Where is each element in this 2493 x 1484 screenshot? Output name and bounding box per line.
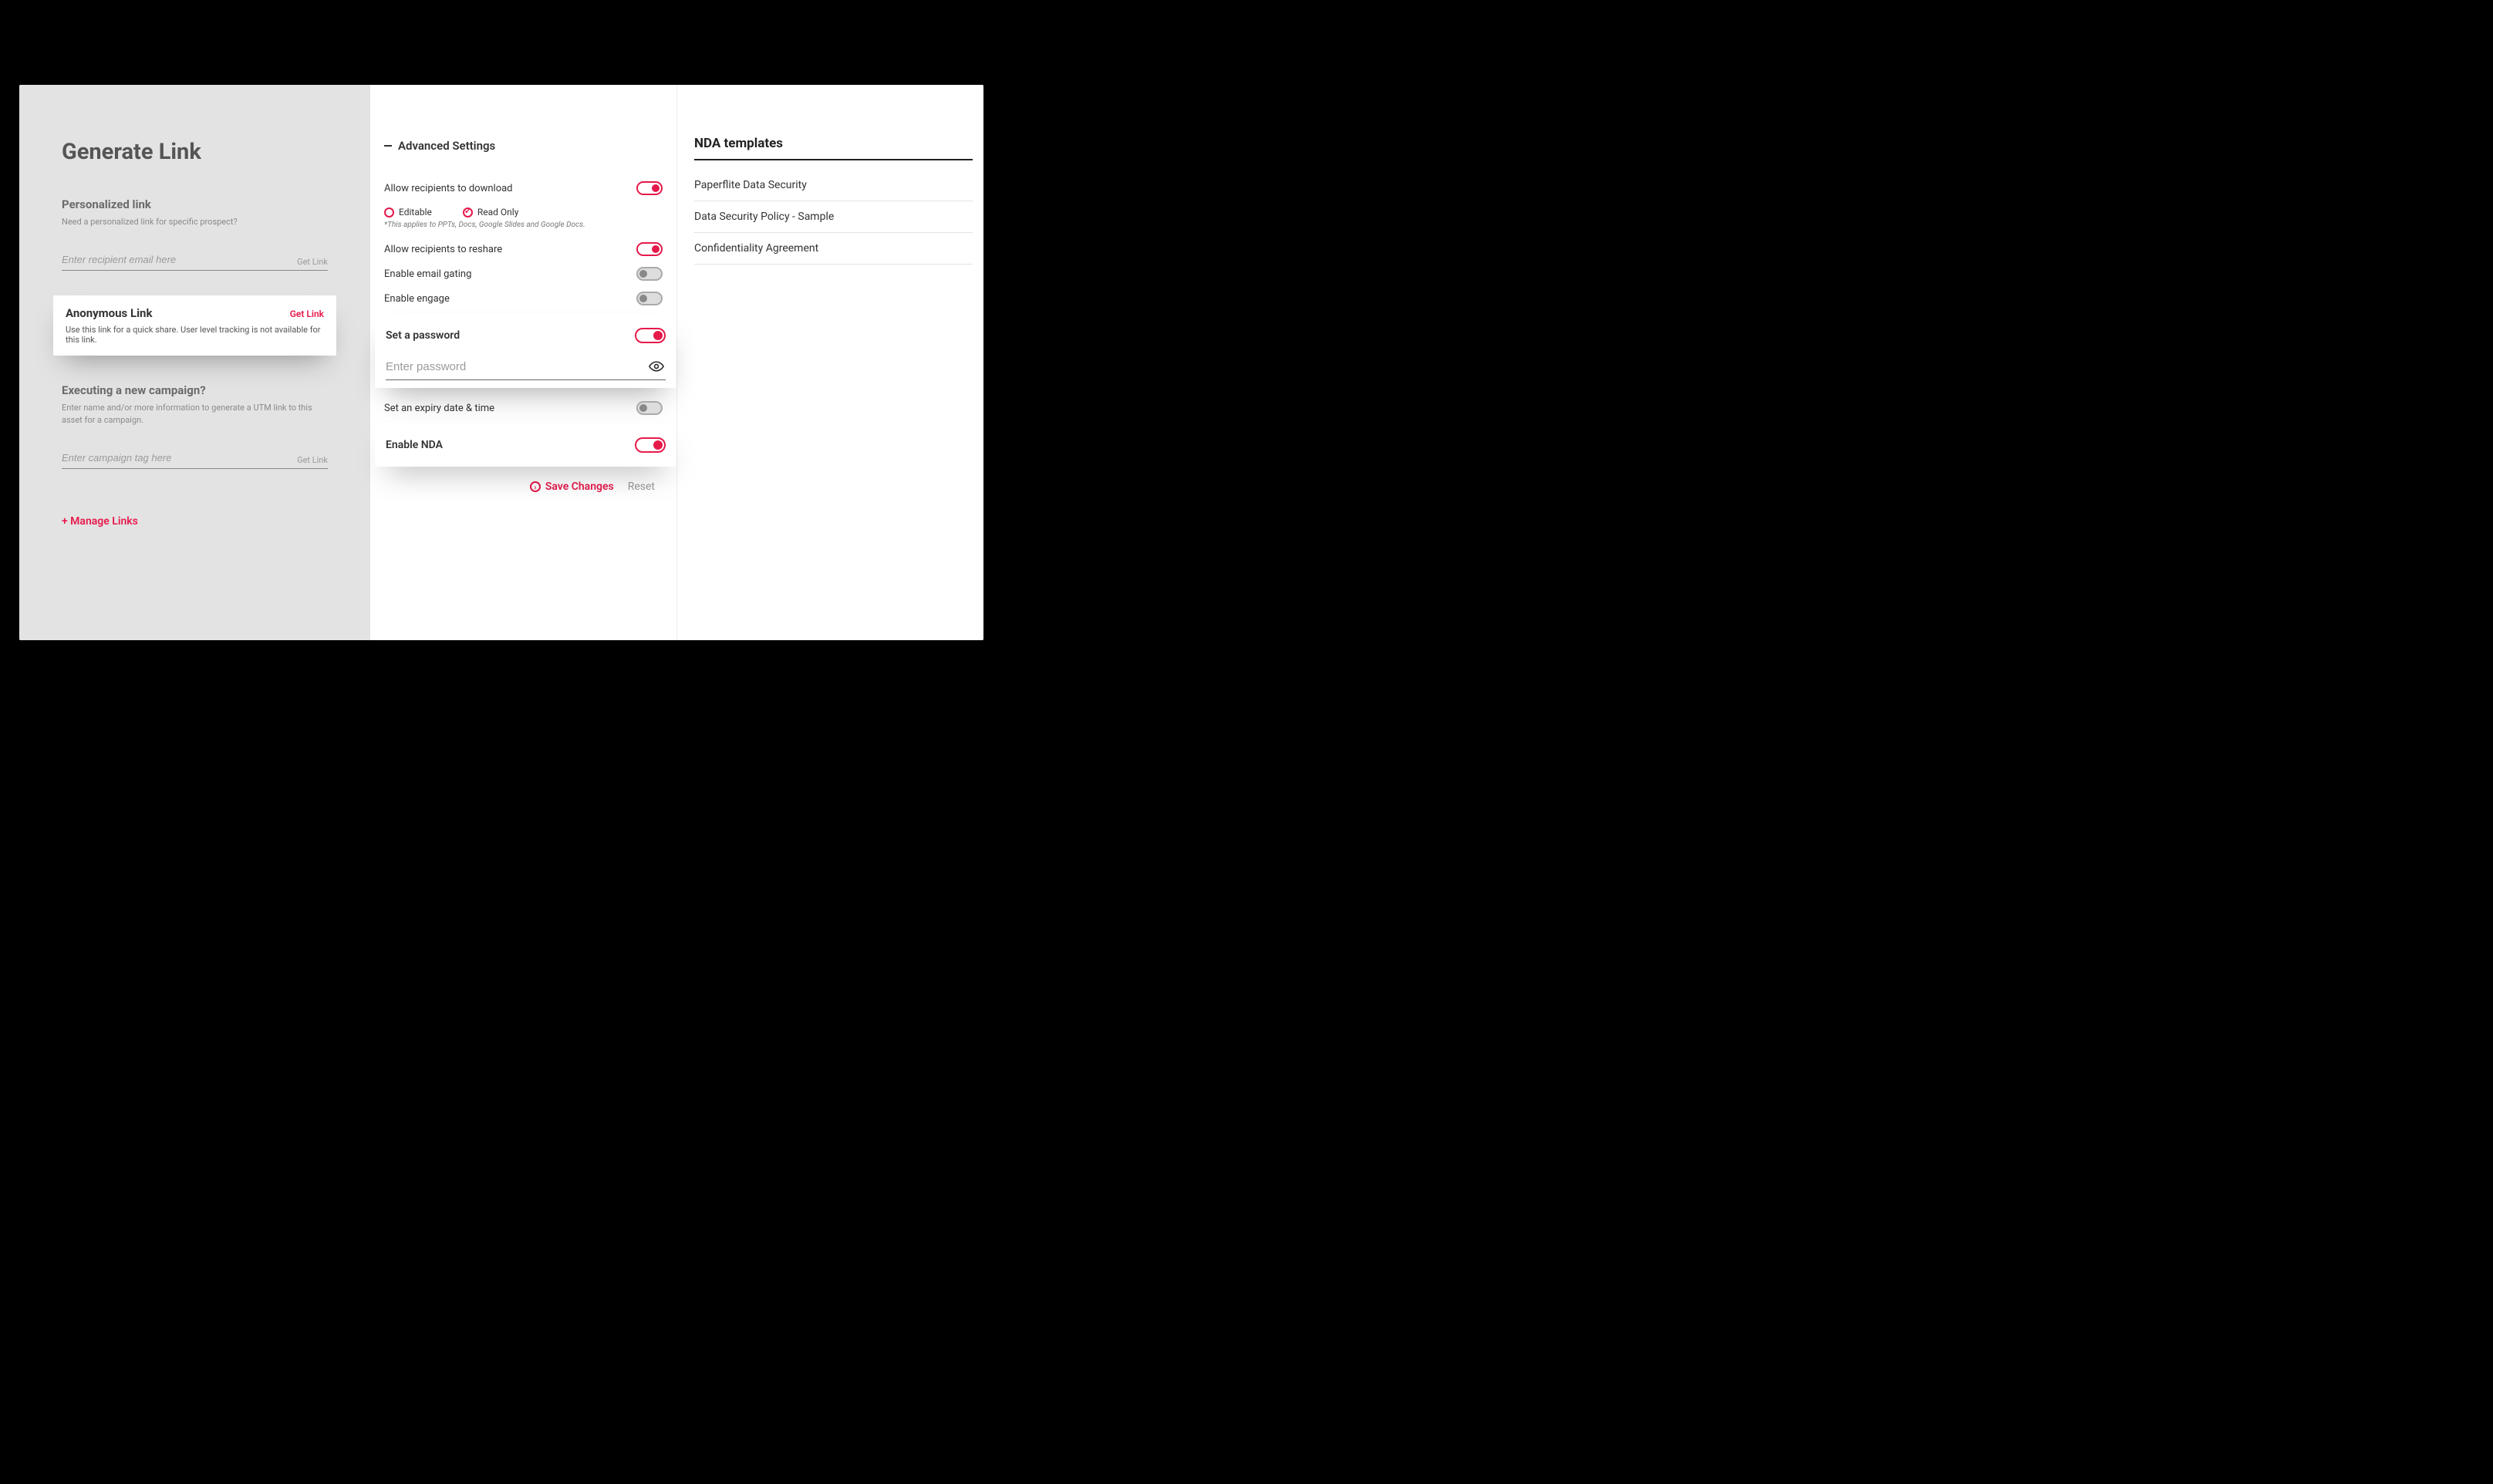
campaign-subtext: Enter name and/or more information to ge… bbox=[62, 402, 328, 426]
editable-radio[interactable]: Editable bbox=[384, 207, 432, 218]
allow-download-toggle[interactable] bbox=[636, 181, 663, 195]
anonymous-heading: Anonymous Link bbox=[66, 306, 152, 320]
email-gating-label: Enable email gating bbox=[384, 268, 471, 280]
recipient-email-row: Get Link bbox=[62, 249, 328, 271]
set-password-toggle[interactable] bbox=[635, 328, 666, 343]
enable-nda-card: Enable NDA bbox=[375, 423, 676, 467]
nda-template-item[interactable]: Confidentiality Agreement bbox=[694, 233, 973, 265]
set-expiry-label: Set an expiry date & time bbox=[384, 403, 494, 414]
settings-footer-actions: Save Changes Reset bbox=[384, 481, 663, 493]
reset-button[interactable]: Reset bbox=[628, 481, 655, 493]
anonymous-link-card: Anonymous Link Get Link Use this link fo… bbox=[53, 295, 336, 356]
advanced-settings-toggle[interactable]: Advanced Settings bbox=[384, 139, 663, 153]
page-title: Generate Link bbox=[62, 139, 328, 165]
personalized-heading: Personalized link bbox=[62, 197, 328, 211]
app-window: Generate Link Personalized link Need a p… bbox=[19, 85, 983, 640]
allow-download-row: Allow recipients to download bbox=[384, 176, 663, 201]
collapse-icon bbox=[384, 145, 392, 147]
readonly-label: Read Only bbox=[477, 207, 519, 218]
personalized-get-link-button[interactable]: Get Link bbox=[297, 257, 328, 267]
anonymous-get-link-button[interactable]: Get Link bbox=[290, 309, 324, 319]
advanced-settings-heading: Advanced Settings bbox=[398, 139, 495, 153]
nda-template-item[interactable]: Paperflite Data Security bbox=[694, 170, 973, 201]
chevron-circle-icon bbox=[530, 481, 541, 492]
nda-template-item[interactable]: Data Security Policy - Sample bbox=[694, 201, 973, 233]
manage-links-link[interactable]: + Manage Links bbox=[62, 515, 138, 528]
enable-nda-label: Enable NDA bbox=[386, 439, 443, 451]
enable-engage-toggle[interactable] bbox=[636, 292, 663, 305]
nda-templates-panel: NDA templates Paperflite Data Security D… bbox=[677, 85, 983, 640]
save-changes-label: Save Changes bbox=[545, 481, 614, 493]
editable-label: Editable bbox=[399, 207, 432, 218]
generate-link-panel: Generate Link Personalized link Need a p… bbox=[19, 85, 370, 640]
set-password-card: Set a password bbox=[375, 314, 676, 388]
recipient-email-input[interactable] bbox=[62, 249, 328, 270]
nda-templates-heading: NDA templates bbox=[694, 136, 973, 160]
anonymous-description: Use this link for a quick share. User le… bbox=[66, 325, 324, 345]
password-input[interactable] bbox=[386, 354, 666, 379]
campaign-get-link-button[interactable]: Get Link bbox=[297, 455, 328, 465]
campaign-tag-input[interactable] bbox=[62, 447, 328, 468]
set-expiry-toggle[interactable] bbox=[636, 401, 663, 415]
enable-nda-toggle[interactable] bbox=[635, 437, 666, 453]
enable-engage-row: Enable engage bbox=[384, 286, 663, 311]
eye-icon[interactable] bbox=[649, 359, 664, 374]
enable-engage-label: Enable engage bbox=[384, 293, 450, 305]
campaign-tag-row: Get Link bbox=[62, 447, 328, 469]
set-password-label: Set a password bbox=[386, 329, 460, 342]
personalized-subtext: Need a personalized link for specific pr… bbox=[62, 216, 328, 228]
radio-unchecked-icon bbox=[384, 207, 394, 218]
email-gating-row: Enable email gating bbox=[384, 261, 663, 286]
readonly-radio[interactable]: Read Only bbox=[463, 207, 519, 218]
campaign-heading: Executing a new campaign? bbox=[62, 383, 328, 397]
set-expiry-row: Set an expiry date & time bbox=[384, 396, 663, 420]
advanced-settings-panel: Advanced Settings Allow recipients to do… bbox=[370, 85, 677, 640]
allow-reshare-row: Allow recipients to reshare bbox=[384, 237, 663, 261]
email-gating-toggle[interactable] bbox=[636, 267, 663, 281]
password-field-row bbox=[386, 354, 666, 380]
allow-download-label: Allow recipients to download bbox=[384, 183, 513, 194]
edit-mode-note: *This applies to PPTs, Docs, Google Slid… bbox=[384, 221, 663, 229]
save-changes-button[interactable]: Save Changes bbox=[530, 481, 614, 493]
allow-reshare-label: Allow recipients to reshare bbox=[384, 244, 502, 255]
edit-mode-radio-group: Editable Read Only bbox=[384, 201, 663, 221]
allow-reshare-toggle[interactable] bbox=[636, 242, 663, 256]
radio-checked-icon bbox=[463, 207, 473, 218]
